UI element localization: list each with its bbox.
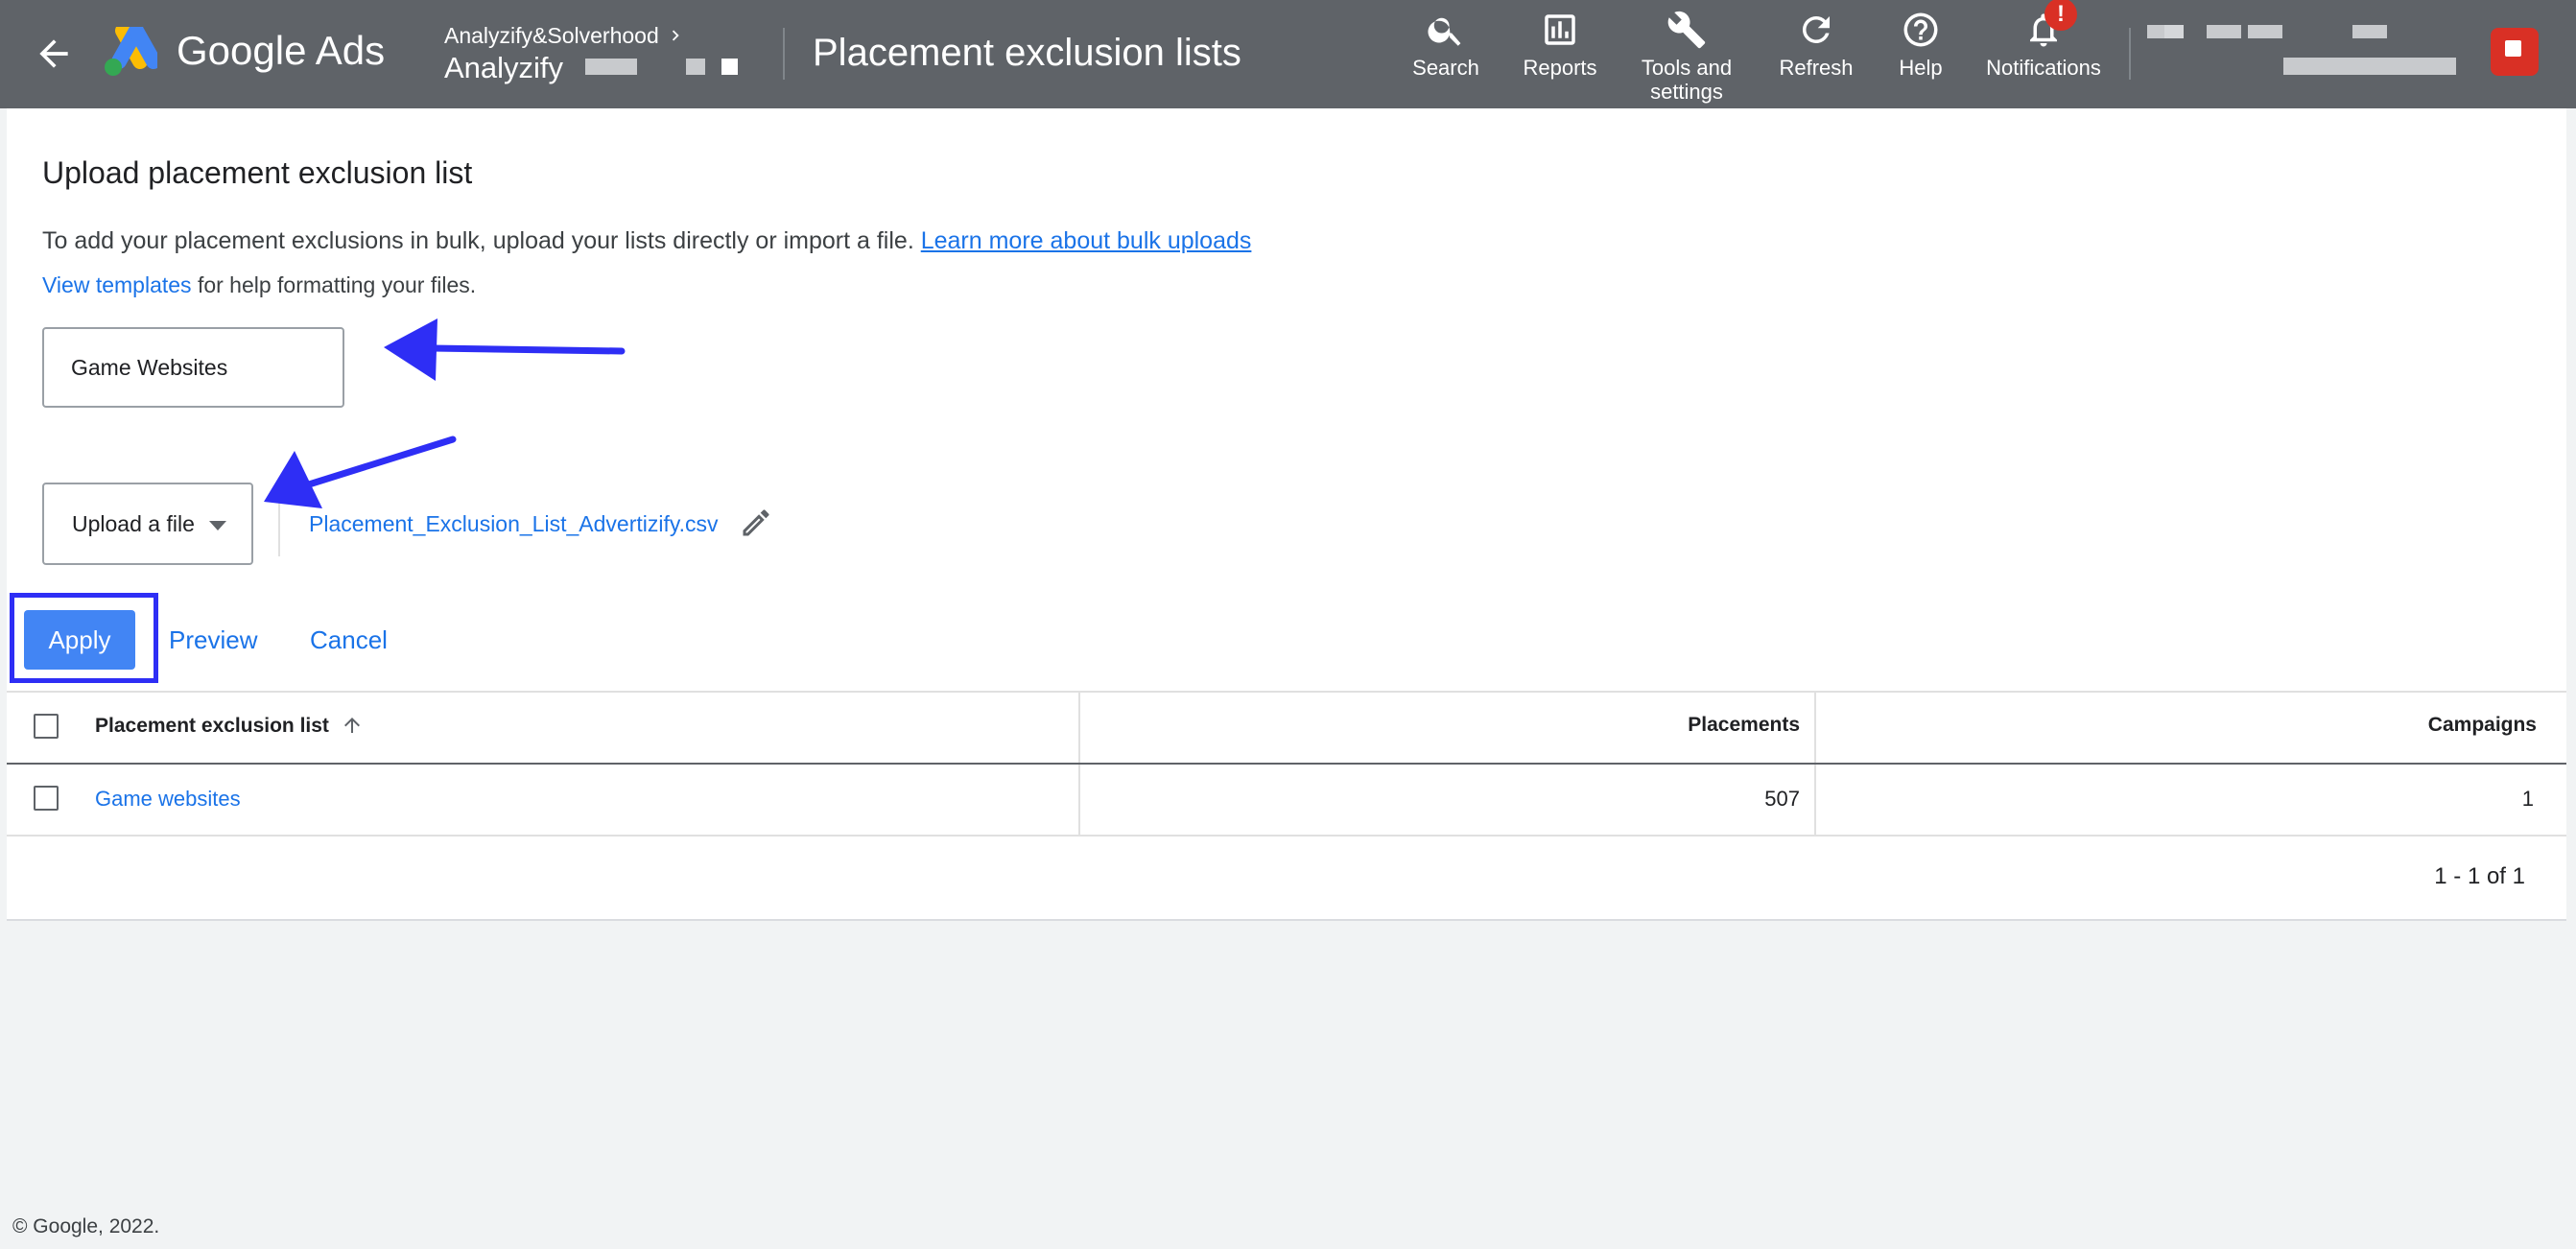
tools-and-settings-label: Tools and settings [1641, 56, 1733, 104]
header-divider [2129, 28, 2131, 80]
list-name-input[interactable] [42, 327, 344, 408]
upload-file-label: Upload a file [72, 511, 195, 536]
top-app-bar: Google Ads Analyzify&Solverhood Analyzif… [0, 0, 2576, 108]
upload-file-dropdown[interactable]: Upload a file [42, 483, 253, 565]
copyright: © Google, 2022. [12, 1215, 160, 1237]
redacted-user-info [2352, 25, 2387, 38]
row-list-name-link[interactable]: Game websites [95, 787, 241, 812]
cancel-button[interactable]: Cancel [310, 625, 388, 655]
redacted-user-info [2164, 25, 2184, 38]
select-all-checkbox[interactable] [34, 714, 59, 739]
refresh-tool[interactable]: Refresh [1771, 10, 1861, 80]
column-header-name[interactable]: Placement exclusion list [95, 714, 364, 738]
tools-and-settings-tool[interactable]: Tools and settings [1621, 10, 1752, 104]
intro-text: To add your placement exclusions in bulk… [42, 227, 1251, 255]
redacted-account-id [585, 59, 637, 75]
reports-tool[interactable]: Reports [1512, 10, 1608, 80]
back-arrow-icon[interactable] [33, 33, 75, 75]
sort-ascending-icon [343, 718, 360, 733]
google-ads-logo [105, 27, 157, 76]
templates-suffix: for help formatting your files. [197, 272, 477, 297]
column-header-placements[interactable]: Placements [1688, 714, 1800, 737]
redacted-user-info [2248, 25, 2282, 38]
redacted-account-id [721, 59, 738, 75]
table-header-border [7, 763, 2566, 765]
dropdown-arrow-icon [209, 521, 226, 530]
help-icon [1903, 12, 1938, 47]
view-templates-link[interactable]: View templates [42, 272, 192, 297]
table-row-border [7, 835, 2566, 837]
help-tool[interactable]: Help [1882, 10, 1959, 80]
account-name[interactable]: Analyzify [444, 51, 563, 85]
redacted-user-info [2207, 25, 2241, 38]
apply-button[interactable]: Apply [24, 610, 135, 670]
pagination-summary: 1 - 1 of 1 [2434, 863, 2525, 889]
refresh-icon [1802, 15, 1830, 43]
search-label: Search [1412, 56, 1479, 80]
learn-more-link[interactable]: Learn more about bulk uploads [921, 227, 1252, 254]
brand-google: Google [177, 28, 307, 73]
notifications-tool[interactable]: Notifications [1974, 10, 2113, 80]
preview-button[interactable]: Preview [169, 625, 257, 655]
column-header-campaigns[interactable]: Campaigns [2428, 714, 2537, 737]
intro-sentence: To add your placement exclusions in bulk… [42, 227, 914, 254]
brand-ads: Ads [315, 28, 386, 73]
refresh-label: Refresh [1779, 56, 1854, 80]
row-placements-value: 507 [1764, 787, 1800, 811]
uploaded-file-name[interactable]: Placement_Exclusion_List_Advertizify.csv [309, 511, 719, 537]
notifications-label: Notifications [1986, 56, 2101, 80]
product-name: Google Ads [177, 28, 385, 74]
account-parent[interactable]: Analyzify&Solverhood [444, 23, 659, 49]
redacted-user-info [2283, 58, 2456, 75]
avatar[interactable] [2491, 28, 2539, 76]
page-heading: Upload placement exclusion list [42, 155, 473, 190]
row-checkbox[interactable] [34, 786, 59, 811]
help-label: Help [1899, 56, 1943, 80]
templates-text: View templates for help formatting your … [42, 272, 476, 298]
redacted-account-id [686, 59, 705, 75]
header-divider [783, 28, 785, 80]
column-header-name-label: Placement exclusion list [95, 715, 329, 737]
pencil-icon[interactable] [739, 505, 773, 541]
vertical-divider [278, 499, 280, 556]
column-divider [1078, 693, 1080, 837]
table-top-border [7, 691, 2566, 693]
column-divider [1814, 693, 1816, 837]
chevron-right-icon [672, 30, 679, 41]
reports-icon [1545, 14, 1575, 45]
page-title: Placement exclusion lists [813, 32, 1241, 74]
wrench-icon [1667, 11, 1706, 49]
search-icon [1428, 17, 1461, 46]
row-campaigns-value: 1 [2521, 787, 2534, 811]
reports-label: Reports [1523, 56, 1597, 80]
search-tool[interactable]: Search [1401, 10, 1491, 80]
